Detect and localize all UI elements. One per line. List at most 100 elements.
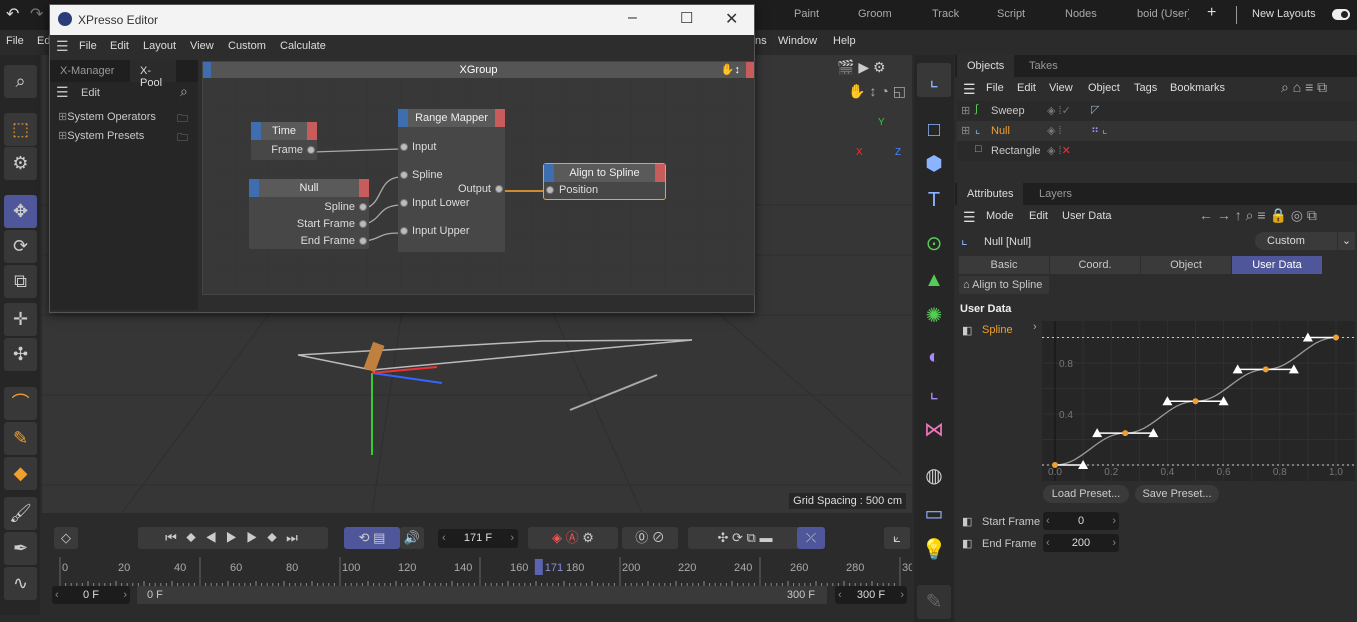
spline-tool-icon[interactable]: ∿ bbox=[4, 567, 37, 600]
object-name[interactable]: Null bbox=[991, 125, 1010, 137]
cube-spline-icon[interactable]: □ bbox=[917, 113, 951, 147]
load-preset-button[interactable]: Load Preset... bbox=[1043, 485, 1129, 503]
layout-tab-boid[interactable]: boid (User) bbox=[1137, 8, 1189, 20]
tree-item-system-operators[interactable]: ⊞System Operators 🗀 bbox=[58, 110, 188, 125]
objects-search-icons[interactable]: ⌕ ⌂ ≡ ⧉ bbox=[1281, 79, 1327, 96]
edit-icon[interactable]: ✎ bbox=[917, 585, 951, 619]
xp-menu-file[interactable]: File bbox=[79, 40, 97, 52]
add-layout-button[interactable]: + bbox=[1207, 4, 1216, 22]
field-icon[interactable]: ⌞ bbox=[917, 375, 951, 409]
output-port[interactable] bbox=[359, 237, 367, 245]
viewport-nav-icons[interactable]: ✋ ↕ ◔ ◱ bbox=[848, 83, 906, 100]
objects-menu-bookmarks[interactable]: Bookmarks bbox=[1170, 82, 1225, 94]
playback-controls[interactable]: ⏮◆◀▶▶◆⏭ bbox=[138, 527, 328, 549]
pen-icon[interactable]: ✎ bbox=[4, 422, 37, 455]
input-port[interactable] bbox=[546, 186, 554, 194]
menu-window[interactable]: Window bbox=[778, 35, 817, 47]
node-range-mapper[interactable]: Range Mapper Input Spline Output Input L… bbox=[398, 109, 505, 252]
layout-tab-groom[interactable]: Groom bbox=[858, 8, 892, 20]
group-tab-align-to-spline[interactable]: ⌂ Align to Spline bbox=[959, 276, 1049, 294]
transform-tool-icon[interactable]: ✛ bbox=[4, 303, 37, 336]
hamburger-icon[interactable]: ☰ bbox=[56, 84, 69, 101]
environment-icon[interactable]: ◍ bbox=[917, 459, 951, 493]
tab-layers[interactable]: Layers bbox=[1029, 183, 1082, 205]
text-icon[interactable]: T bbox=[917, 183, 951, 217]
xgroup-canvas[interactable]: XGroup ✋↕ Time Frame Null Spline Start F… bbox=[202, 61, 755, 295]
motion-buttons[interactable]: ⓪ ⊘ bbox=[622, 527, 678, 549]
move-tool-icon[interactable]: ✥ bbox=[4, 195, 37, 228]
expand-icon[interactable]: ⊞ bbox=[961, 104, 970, 117]
camera-icon[interactable]: ▭ bbox=[917, 497, 951, 531]
tag-icon[interactable]: ◸ bbox=[1091, 103, 1099, 116]
expand-icon[interactable]: ⊞ bbox=[961, 124, 970, 137]
frame-ruler[interactable]: 0 20 40 60 80 100 120 140 160 180 200 220 240 260 280 3… bbox=[42, 555, 912, 589]
paint-brush-icon[interactable]: 🖌 bbox=[4, 497, 37, 530]
redo-icon[interactable]: ↷ bbox=[30, 4, 43, 24]
animate-icon[interactable]: ◧ bbox=[962, 515, 972, 528]
autokey-filter-button[interactable]: ⤫ bbox=[797, 527, 825, 549]
null-object-icon[interactable]: ⌞ bbox=[917, 63, 951, 97]
key-filter-buttons[interactable]: ✣ ⟳ ⧉ ▬ bbox=[688, 527, 802, 549]
subtab-coord[interactable]: Coord. bbox=[1050, 256, 1140, 274]
objects-menu-tags[interactable]: Tags bbox=[1134, 82, 1157, 94]
start-frame-field[interactable]: ‹ 0 F › bbox=[52, 586, 130, 604]
light-icon[interactable]: 💡 bbox=[917, 533, 951, 567]
visibility-icons[interactable]: ◈ ⁞ bbox=[1047, 124, 1062, 137]
xp-menu-view[interactable]: View bbox=[190, 40, 214, 52]
visibility-icons[interactable]: ◈ ⁞✓ bbox=[1047, 104, 1071, 117]
input-port[interactable] bbox=[400, 227, 408, 235]
pool-menu-edit[interactable]: Edit bbox=[81, 87, 100, 99]
node-align-to-spline[interactable]: Align to Spline Position bbox=[543, 163, 666, 200]
input-port[interactable] bbox=[400, 199, 408, 207]
object-row-rectangle[interactable]: □ Rectangle ◈ ⁞✕ bbox=[957, 141, 1357, 161]
effector-icon[interactable]: ✺ bbox=[917, 299, 951, 333]
scale-tool-icon[interactable]: ⧉ bbox=[4, 265, 37, 298]
subtab-user-data[interactable]: User Data bbox=[1232, 256, 1322, 274]
object-name[interactable]: Rectangle bbox=[991, 145, 1041, 157]
objects-menu-edit[interactable]: Edit bbox=[1017, 82, 1036, 94]
object-row-sweep[interactable]: ⊞ ∫ Sweep ◈ ⁞✓ ◸ bbox=[957, 101, 1357, 121]
output-port[interactable] bbox=[359, 220, 367, 228]
selection-tool-icon[interactable]: ⬚ bbox=[4, 113, 37, 146]
chevron-right-icon[interactable]: › bbox=[1033, 321, 1037, 333]
xp-menu-layout[interactable]: Layout bbox=[143, 40, 176, 52]
visibility-icons[interactable]: ◈ ⁞✕ bbox=[1047, 144, 1071, 157]
save-preset-button[interactable]: Save Preset... bbox=[1135, 485, 1219, 503]
snap-tool-icon[interactable]: ✣ bbox=[4, 338, 37, 371]
animate-icon[interactable]: ◧ bbox=[962, 324, 972, 337]
tab-x-manager[interactable]: X-Manager bbox=[60, 65, 114, 77]
layout-tab-paint[interactable]: Paint bbox=[794, 8, 819, 20]
attr-nav-icons[interactable]: ← → ↑ ⌕ ≡ 🔒 ◎ ⧉ bbox=[1199, 207, 1317, 224]
hand-icon[interactable]: ✋↕ bbox=[721, 62, 740, 78]
output-port[interactable] bbox=[495, 185, 503, 193]
sound-icon[interactable]: 🔊 bbox=[400, 527, 424, 549]
menu-partial[interactable]: ns bbox=[755, 35, 767, 47]
hamburger-icon[interactable]: ☰ bbox=[963, 209, 976, 226]
close-icon[interactable]: ✕ bbox=[725, 9, 738, 29]
spline-editor[interactable]: 0.0 0.2 0.4 0.6 0.8 1.0 0.4 0.8 bbox=[1042, 321, 1355, 481]
xgroup-header[interactable]: XGroup ✋↕ bbox=[203, 62, 754, 78]
brush-icon[interactable]: ⌒ bbox=[4, 387, 37, 420]
minimize-icon[interactable]: – bbox=[628, 9, 637, 27]
object-name[interactable]: Sweep bbox=[991, 105, 1025, 117]
end-frame-field[interactable]: ‹ 300 F › bbox=[835, 586, 907, 604]
output-port[interactable] bbox=[307, 146, 315, 154]
xpresso-tag-icon[interactable]: ⠶ ⌞ bbox=[1091, 123, 1107, 136]
layout-tab-track[interactable]: Track bbox=[932, 8, 959, 20]
cloner-icon[interactable]: ▲ bbox=[917, 263, 951, 297]
object-row-null[interactable]: ⊞ ⌞ Null ◈ ⁞ ⠶ ⌞ bbox=[957, 121, 1357, 141]
render-buttons[interactable]: 🎬 ▶ ⚙ bbox=[837, 59, 886, 76]
current-frame-field[interactable]: ‹ 171 F › bbox=[438, 529, 518, 548]
maximize-icon[interactable]: ☐ bbox=[680, 9, 693, 27]
objects-menu-object[interactable]: Object bbox=[1088, 82, 1120, 94]
search-icon[interactable]: ⌕ bbox=[4, 65, 37, 98]
tab-x-pool[interactable]: X-Pool bbox=[130, 60, 176, 89]
xp-menu-calculate[interactable]: Calculate bbox=[280, 40, 326, 52]
new-layouts-toggle[interactable] bbox=[1332, 9, 1350, 20]
attr-menu-userdata[interactable]: User Data bbox=[1062, 210, 1112, 222]
xp-menu-custom[interactable]: Custom bbox=[228, 40, 266, 52]
input-port[interactable] bbox=[400, 143, 408, 151]
objects-menu-file[interactable]: File bbox=[986, 82, 1004, 94]
preset-select[interactable]: Custom bbox=[1255, 232, 1337, 250]
attr-menu-edit[interactable]: Edit bbox=[1029, 210, 1048, 222]
